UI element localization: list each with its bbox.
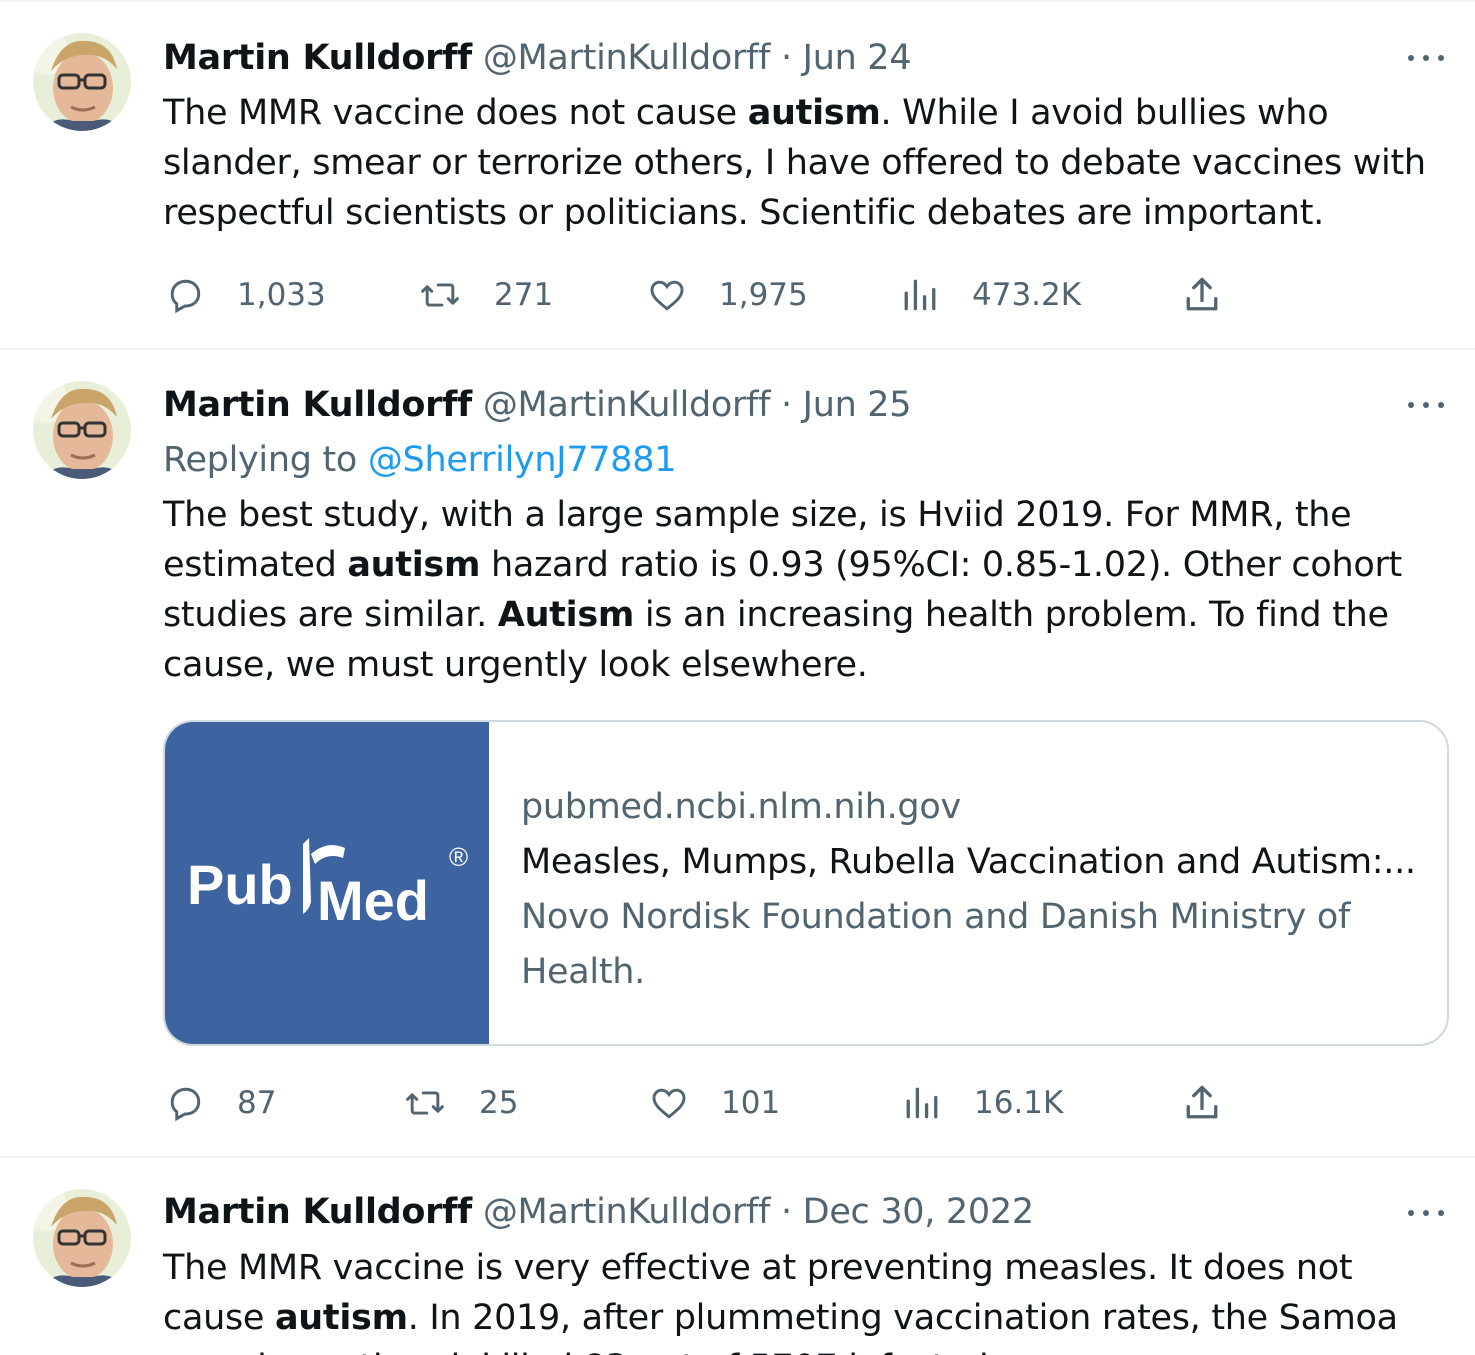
tweet-divider [0, 348, 1475, 350]
retweet-icon [406, 1091, 444, 1115]
like-button[interactable]: 1,975 [645, 270, 808, 320]
tweet-header: Martin Kulldorff @MartinKulldorff · Jun … [163, 36, 912, 80]
reply-button[interactable]: 1,033 [163, 270, 326, 320]
logo-text-right: Med [317, 869, 429, 932]
views-icon [906, 1087, 938, 1119]
views-icon [904, 279, 936, 311]
avatar[interactable] [33, 381, 131, 479]
tweet-text: The MMR vaccine does not cause autism. W… [163, 88, 1453, 238]
card-domain: pubmed.ncbi.nlm.nih.gov [521, 787, 961, 827]
retweet-count: 25 [479, 1085, 519, 1121]
views-button[interactable]: 473.2K [898, 270, 1081, 320]
tweet-text: The MMR vaccine is very effective at pre… [163, 1243, 1453, 1355]
reply-count: 1,033 [237, 277, 326, 313]
like-button[interactable]: 101 [647, 1078, 780, 1128]
pubmed-logo: Pub Med ® [165, 722, 489, 1044]
tweet-text: The best study, with a large sample size… [163, 490, 1453, 690]
tweet-date[interactable]: Jun 24 [803, 38, 912, 78]
reply-mention-link[interactable]: @SherrilynJ77881 [368, 440, 677, 480]
avatar[interactable] [33, 33, 131, 131]
share-button[interactable] [1180, 1078, 1224, 1128]
share-icon [1186, 1085, 1218, 1119]
tweet-date[interactable]: Jun 25 [803, 385, 912, 425]
text-highlight: Autism [497, 595, 635, 635]
text-segment: The MMR vaccine does not cause [163, 93, 748, 133]
reply-icon [170, 279, 201, 314]
tweet-date[interactable]: Dec 30, 2022 [803, 1192, 1034, 1232]
heart-icon [650, 280, 684, 311]
text-highlight: autism [747, 93, 881, 133]
replying-label: Replying to [163, 440, 358, 480]
reply-icon [170, 1087, 201, 1122]
tweet-header: Martin Kulldorff @MartinKulldorff · Dec … [163, 1190, 1034, 1234]
replying-to: Replying to @SherrilynJ77881 [163, 438, 676, 482]
share-icon [1186, 277, 1218, 311]
author-name[interactable]: Martin Kulldorff [163, 385, 472, 425]
separator: · [781, 38, 792, 78]
logo-registered-mark: ® [449, 842, 468, 872]
more-icon[interactable] [1404, 48, 1448, 68]
tweet-actions: 87 25 101 16.1K [0, 1078, 1475, 1128]
retweet-count: 271 [494, 277, 554, 313]
separator: · [781, 1192, 792, 1232]
author-handle[interactable]: @MartinKulldorff [483, 38, 771, 78]
author-name[interactable]: Martin Kulldorff [163, 38, 472, 78]
author-handle[interactable]: @MartinKulldorff [483, 1192, 771, 1232]
text-highlight: autism [347, 545, 481, 585]
views-count: 473.2K [972, 277, 1082, 313]
more-icon[interactable] [1404, 1203, 1448, 1223]
link-card[interactable]: Pub Med ® pubmed.ncbi.nlm.nih.gov Measle… [163, 720, 1449, 1046]
tweet-header: Martin Kulldorff @MartinKulldorff · Jun … [163, 383, 912, 427]
avatar[interactable] [33, 1189, 131, 1287]
like-count: 1,975 [719, 277, 808, 313]
card-description: Novo Nordisk Foundation and Danish Minis… [521, 897, 1351, 992]
reply-count: 87 [237, 1085, 277, 1121]
heart-icon [652, 1088, 686, 1119]
text-highlight: autism [274, 1298, 408, 1338]
retweet-button[interactable]: 25 [403, 1078, 518, 1128]
views-button[interactable]: 16.1K [900, 1078, 1063, 1128]
tweet-actions: 1,033 271 1,975 473.2K [0, 270, 1475, 320]
top-divider [0, 0, 1475, 2]
author-name[interactable]: Martin Kulldorff [163, 1192, 472, 1232]
card-title: Measles, Mumps, Rubella Vaccination and … [521, 842, 1416, 882]
card-body: pubmed.ncbi.nlm.nih.gov Measles, Mumps, … [521, 780, 1431, 1000]
retweet-icon [421, 283, 459, 307]
more-icon[interactable] [1404, 395, 1448, 415]
like-count: 101 [721, 1085, 781, 1121]
views-count: 16.1K [974, 1085, 1064, 1121]
tweet-divider [0, 1156, 1475, 1158]
separator: · [781, 385, 792, 425]
retweet-button[interactable]: 271 [418, 270, 553, 320]
reply-button[interactable]: 87 [163, 1078, 276, 1128]
author-handle[interactable]: @MartinKulldorff [483, 385, 771, 425]
share-button[interactable] [1180, 270, 1224, 320]
logo-text-left: Pub [187, 853, 293, 916]
